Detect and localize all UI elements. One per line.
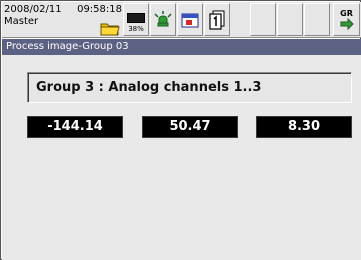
screen-title: Process image-Group 03: [2, 39, 361, 55]
calendar-icon: [181, 13, 199, 27]
alarm-button[interactable]: [150, 3, 176, 36]
empty-slot: [304, 3, 330, 36]
memory-icon: [127, 13, 145, 23]
channel-3-value[interactable]: 8.30: [256, 116, 352, 138]
device-screen: 2008/02/11 09:58:18 Master 38% GR Proces…: [0, 0, 361, 260]
status-bar: 2008/02/11 09:58:18 Master 38% GR: [2, 2, 361, 38]
date-text: 2008/02/11: [4, 4, 62, 15]
group-label: Group 3 : Analog channels 1..3: [27, 72, 352, 103]
page-icon: [209, 10, 225, 30]
empty-slot: [250, 3, 276, 36]
transfer-icon: [340, 17, 354, 30]
folder-icon[interactable]: [100, 21, 120, 36]
empty-slot: [277, 3, 303, 36]
memory-percent: 38%: [128, 25, 144, 33]
page-button[interactable]: [204, 3, 230, 36]
transfer-button[interactable]: GR: [333, 3, 360, 36]
user-text: Master: [4, 16, 39, 27]
time-text: 09:58:18: [77, 4, 122, 15]
memory-status-button[interactable]: 38%: [123, 3, 149, 36]
calendar-button[interactable]: [177, 3, 203, 36]
transfer-label: GR: [340, 8, 353, 18]
channel-1-value[interactable]: -144.14: [27, 116, 123, 138]
process-image-panel: Group 3 : Analog channels 1..3 -144.14 5…: [2, 55, 361, 260]
alarm-icon: [154, 10, 172, 26]
channel-2-value[interactable]: 50.47: [142, 116, 238, 138]
